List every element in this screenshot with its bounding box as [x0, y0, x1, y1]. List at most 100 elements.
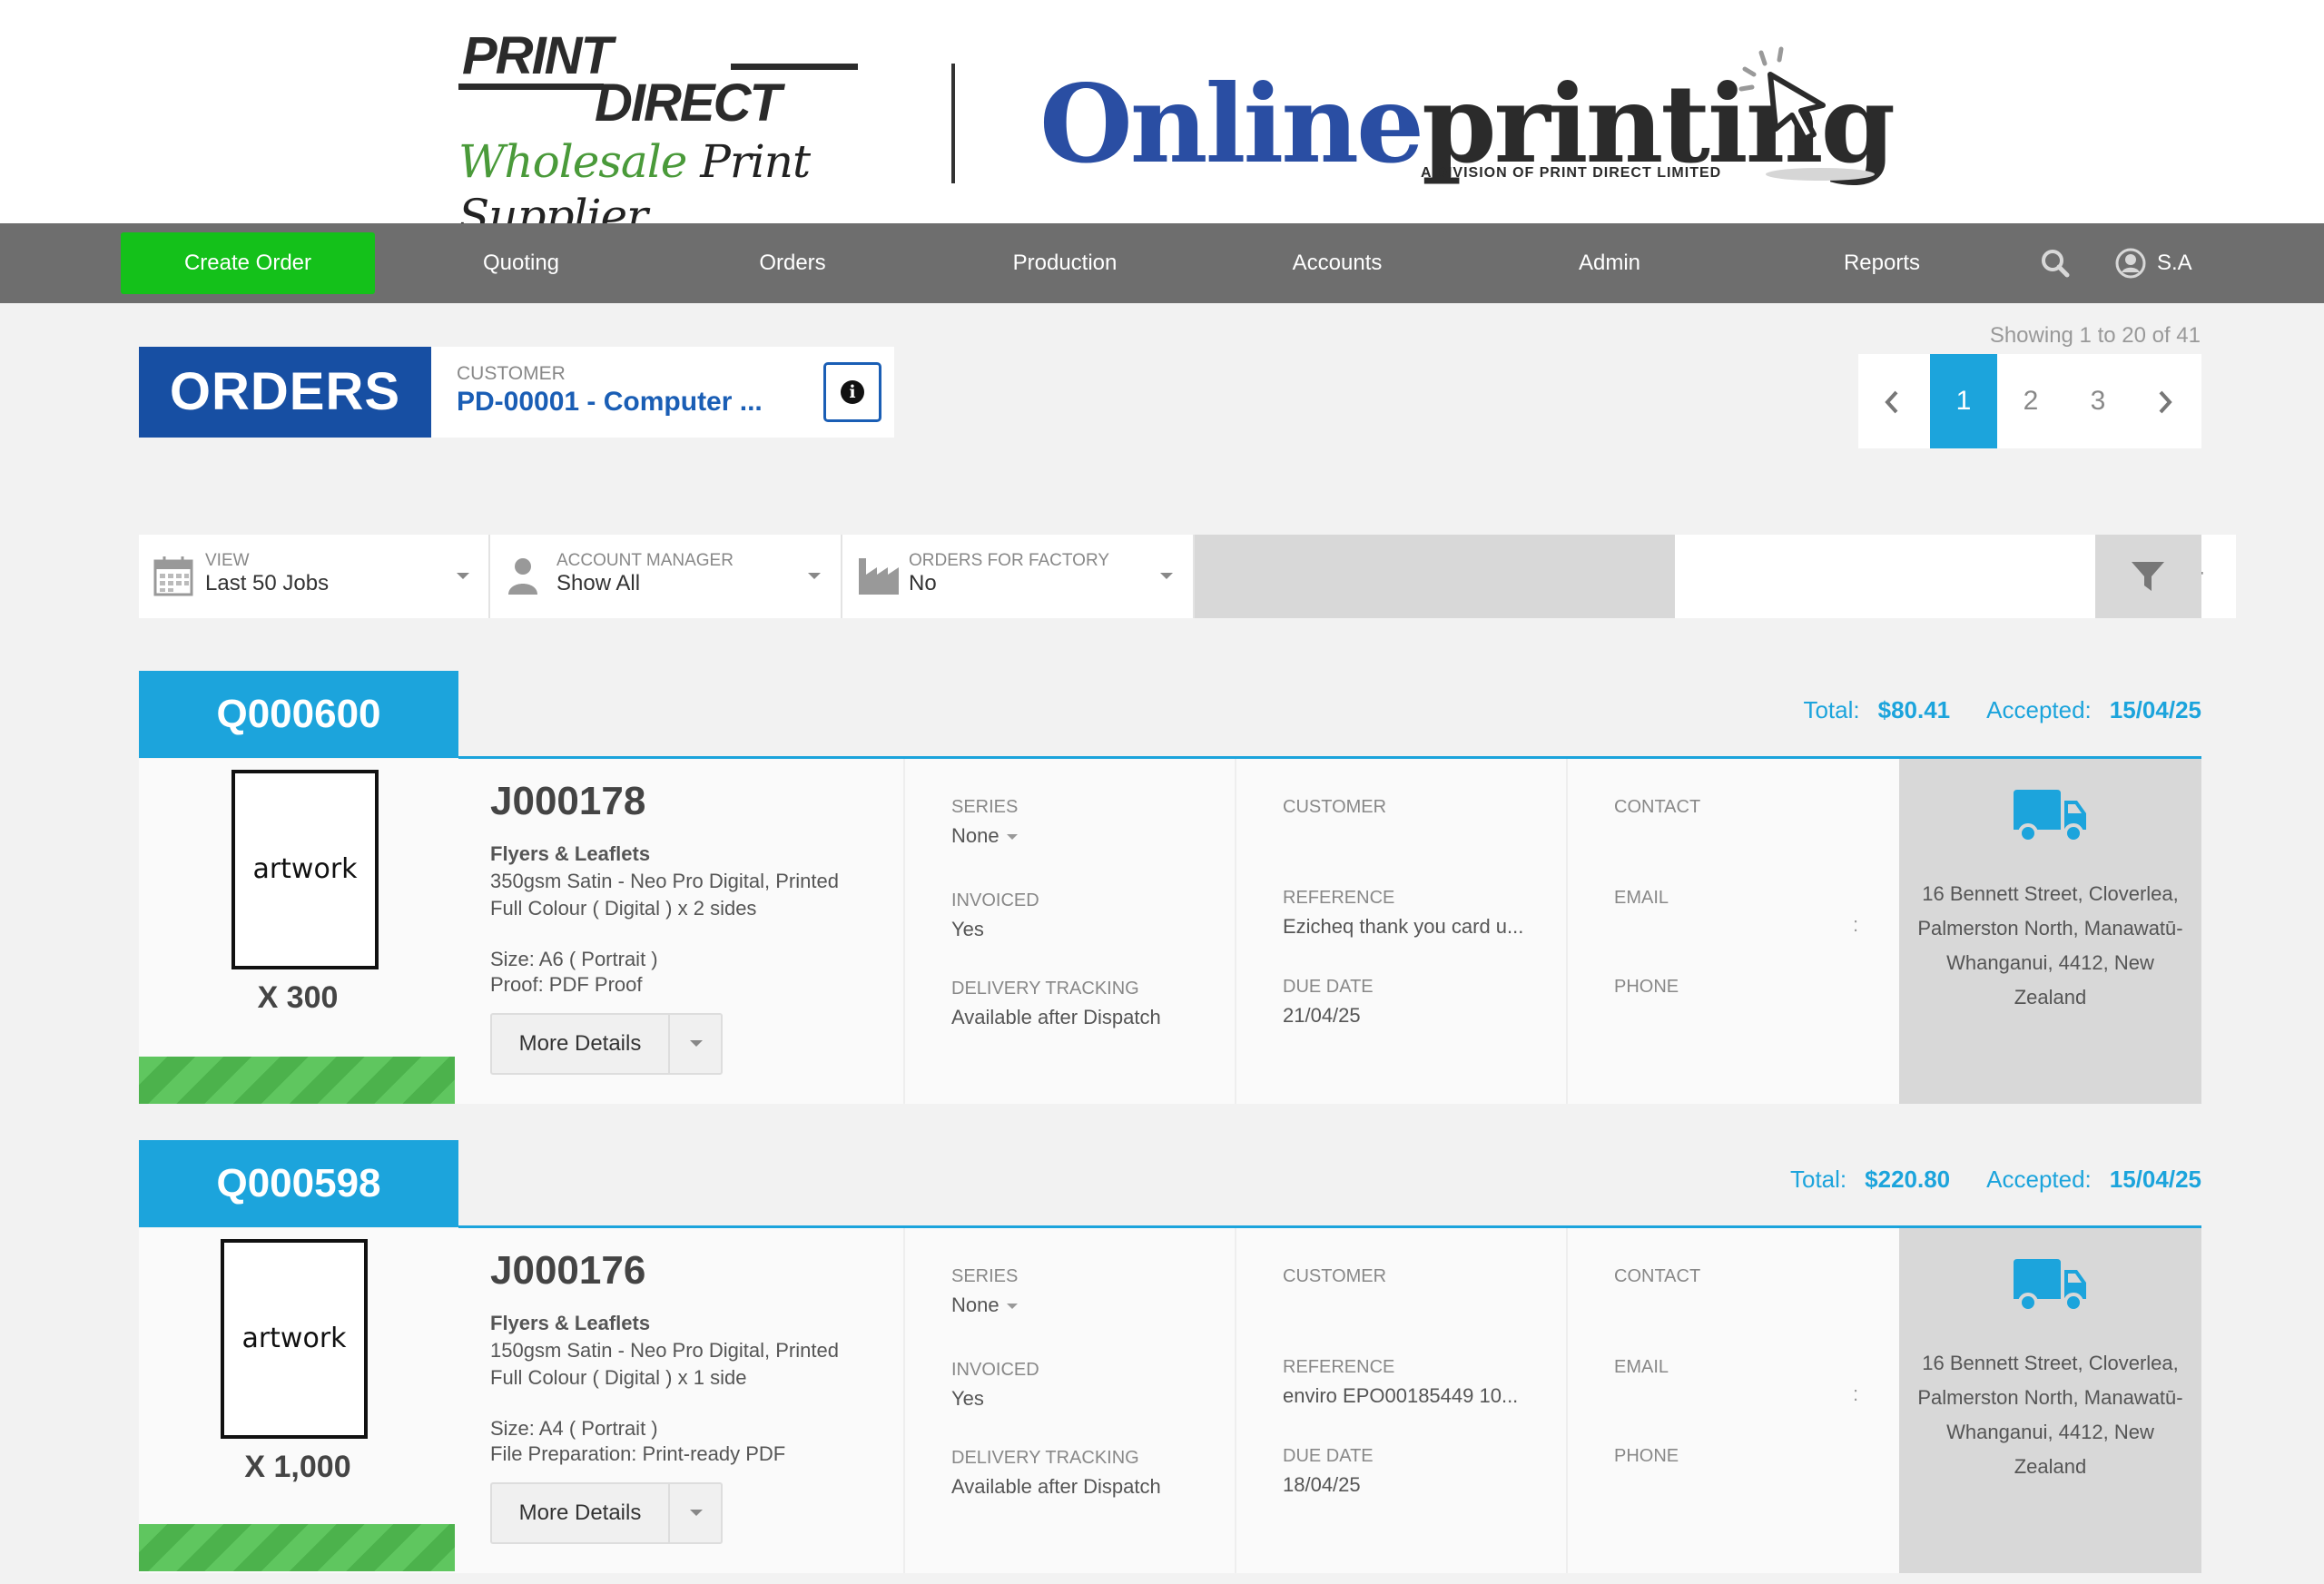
chevron-down-icon — [1006, 834, 1018, 841]
job-number[interactable]: J000176 — [490, 1248, 645, 1294]
factory-filter-label: ORDERS FOR FACTORY — [909, 551, 1109, 570]
chevron-down-icon — [457, 573, 469, 579]
factory-icon — [859, 558, 899, 595]
tagline-wholesale: Wholesale — [458, 135, 687, 188]
job-colour: Full Colour ( Digital ) x 1 side — [490, 1366, 747, 1389]
job-row: artwork X 1,000 J000176 Flyers & Leaflet… — [139, 1228, 2201, 1573]
column-divider — [1235, 759, 1236, 1104]
job-thumbnail-column: artwork X 1,000 — [139, 1228, 457, 1573]
nav-item-accounts[interactable]: Accounts — [1256, 223, 1419, 303]
total-value: $220.80 — [1865, 1166, 1951, 1193]
job-progress-bar — [139, 1057, 455, 1104]
more-details-label: More Details — [518, 1031, 642, 1056]
online-printing-logo[interactable]: Onlineprinting A DIVISION OF PRINT DIREC… — [1039, 27, 1896, 200]
email-label: EMAIL — [1614, 888, 1669, 908]
accepted-date: 15/04/25 — [2109, 696, 2201, 723]
phone-label: PHONE — [1614, 1446, 1679, 1466]
customer-info-button[interactable]: i — [823, 362, 881, 422]
reference-label: REFERENCE — [1283, 888, 1395, 908]
customer-label: CUSTOMER — [457, 363, 566, 384]
view-filter[interactable]: VIEW Last 50 Jobs — [139, 535, 490, 618]
order-totals: Total: $80.41 Accepted: 15/04/25 — [1803, 696, 2201, 724]
chevron-down-icon — [808, 573, 821, 579]
factory-filter[interactable]: ORDERS FOR FACTORY No — [842, 535, 1195, 618]
invoiced-label: INVOICED — [951, 890, 1039, 910]
total-label: Total: — [1803, 696, 1860, 723]
filter-icon — [2132, 562, 2164, 591]
next-page-button[interactable] — [2132, 354, 2199, 448]
user-menu[interactable]: S.A — [2115, 245, 2192, 281]
invoiced-value: Yes — [951, 918, 984, 940]
accepted-label: Accepted: — [1986, 696, 2092, 723]
job-row: artwork X 300 J000178 Flyers & Leaflets … — [139, 759, 2201, 1104]
wordmark-online: Online — [1039, 61, 1424, 187]
email-separator: : — [1853, 913, 1859, 936]
accepted-date: 15/04/25 — [2109, 1166, 2201, 1193]
quote-number[interactable]: Q000600 — [139, 671, 458, 758]
prev-page-button[interactable] — [1858, 354, 1925, 448]
nav-item-orders[interactable]: Orders — [711, 223, 874, 303]
more-details-button[interactable]: More Details — [490, 1482, 723, 1544]
print-direct-logo[interactable]: PRINT DIRECT Wholesale Print Supplier — [458, 27, 858, 242]
series-value: None — [951, 1294, 1000, 1316]
main-nav: Create Order Quoting Orders Production A… — [0, 223, 2324, 303]
due-date-label: DUE DATE — [1283, 1446, 1374, 1466]
job-colour: Full Colour ( Digital ) x 2 sides — [490, 897, 757, 920]
delivery-tracking-label: DELIVERY TRACKING — [951, 1448, 1139, 1468]
phone-label: PHONE — [1614, 977, 1679, 997]
email-separator: : — [1853, 1382, 1859, 1405]
order-card: Q000600 Total: $80.41 Accepted: 15/04/25 ar… — [139, 671, 2201, 1107]
series-select[interactable]: None — [951, 1294, 1018, 1317]
filter-button[interactable] — [2095, 535, 2201, 618]
delivery-tracking-label: DELIVERY TRACKING — [951, 979, 1139, 999]
truck-icon — [2014, 790, 2086, 843]
artwork-thumbnail[interactable]: artwork — [221, 1239, 368, 1439]
customer-field-label: CUSTOMER — [1283, 1266, 1387, 1286]
chevron-down-icon[interactable] — [690, 1040, 703, 1047]
column-divider — [903, 759, 905, 1104]
job-category: Flyers & Leaflets — [490, 1312, 651, 1334]
view-filter-label: VIEW — [205, 551, 250, 570]
customer-field-label: CUSTOMER — [1283, 797, 1387, 817]
job-number[interactable]: J000178 — [490, 779, 645, 824]
order-totals: Total: $220.80 Accepted: 15/04/25 — [1790, 1166, 2201, 1194]
button-separator — [668, 1015, 670, 1073]
job-progress-bar — [139, 1524, 455, 1571]
customer-value: PD-00001 - Computer ... — [457, 387, 763, 417]
page-button-3[interactable]: 3 — [2064, 354, 2132, 448]
total-value: $80.41 — [1877, 696, 1951, 723]
email-label: EMAIL — [1614, 1357, 1669, 1377]
page-button-1[interactable]: 1 — [1930, 354, 1997, 448]
column-divider — [1235, 1228, 1236, 1573]
series-label: SERIES — [951, 797, 1019, 817]
page-button-2[interactable]: 2 — [1997, 354, 2064, 448]
cursor-click-icon — [1738, 46, 1826, 142]
create-order-button[interactable]: Create Order — [121, 232, 375, 294]
quote-number[interactable]: Q000598 — [139, 1140, 458, 1227]
chevron-down-icon[interactable] — [690, 1510, 703, 1516]
brand-divider — [951, 64, 955, 183]
logo-direct-text: DIRECT — [595, 74, 782, 133]
job-stock: 150gsm Satin - Neo Pro Digital, Printed — [490, 1339, 839, 1362]
invoiced-label: INVOICED — [951, 1360, 1039, 1380]
job-size: Size: A4 ( Portrait ) — [490, 1417, 658, 1440]
more-details-label: More Details — [518, 1500, 642, 1525]
delivery-tracking-value: Available after Dispatch — [951, 1006, 1161, 1028]
account-manager-filter[interactable]: ACCOUNT MANAGER Show All — [490, 535, 842, 618]
search-icon[interactable] — [2037, 245, 2073, 281]
due-date-label: DUE DATE — [1283, 977, 1374, 997]
button-separator — [668, 1484, 670, 1542]
nav-item-admin[interactable]: Admin — [1528, 223, 1691, 303]
due-date-value: 21/04/25 — [1283, 1004, 1361, 1027]
nav-item-quoting[interactable]: Quoting — [439, 223, 603, 303]
series-select[interactable]: None — [951, 824, 1018, 848]
job-size: Size: A6 ( Portrait ) — [490, 948, 658, 970]
nav-item-production[interactable]: Production — [983, 223, 1147, 303]
delivery-address: 16 Bennett Street, Cloverlea, Palmerston… — [1917, 1352, 2183, 1478]
nav-item-reports[interactable]: Reports — [1800, 223, 1964, 303]
more-details-button[interactable]: More Details — [490, 1013, 723, 1075]
calendar-icon — [153, 556, 193, 596]
artwork-thumbnail[interactable]: artwork — [231, 770, 379, 969]
reference-value: enviro EPO00185449 10... — [1283, 1384, 1519, 1407]
user-initials: S.A — [2157, 251, 2192, 275]
